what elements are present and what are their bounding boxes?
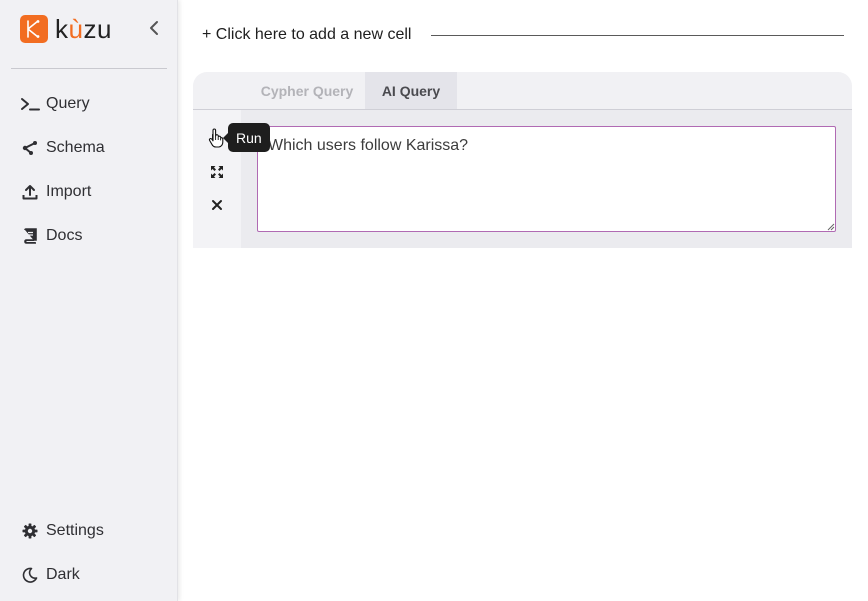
tab-ai-query[interactable]: AI Query bbox=[365, 72, 457, 109]
ai-query-input[interactable]: Which users follow Karissa? bbox=[257, 126, 836, 232]
brand-name: kùzu bbox=[55, 14, 112, 44]
expand-icon bbox=[211, 166, 223, 178]
resize-grip-icon[interactable] bbox=[826, 222, 835, 231]
add-cell-label: + Click here to add a new cell bbox=[202, 26, 412, 43]
tab-cypher-query[interactable]: Cypher Query bbox=[249, 72, 365, 109]
sidebar-item-settings[interactable]: Settings bbox=[20, 519, 104, 543]
add-cell-divider bbox=[431, 35, 844, 36]
close-icon bbox=[212, 200, 222, 210]
sidebar-item-dark[interactable]: Dark bbox=[20, 563, 80, 587]
moon-icon bbox=[20, 565, 40, 585]
hand-cursor-icon bbox=[208, 128, 224, 148]
gear-icon bbox=[20, 521, 40, 541]
sidebar-item-label: Dark bbox=[46, 566, 80, 583]
terminal-icon bbox=[20, 94, 40, 114]
sidebar-item-label: Query bbox=[46, 95, 90, 112]
sidebar: kùzu Query Schema Import Docs Settings D… bbox=[0, 0, 178, 601]
sidebar-item-label: Schema bbox=[46, 139, 105, 156]
book-icon bbox=[20, 226, 40, 246]
add-cell-button[interactable]: + Click here to add a new cell bbox=[202, 25, 411, 45]
query-cell: Cypher Query AI Query Which users follow… bbox=[193, 72, 852, 248]
cell-body: Which users follow Karissa? bbox=[193, 110, 852, 248]
run-tooltip: Run bbox=[223, 123, 270, 152]
sidebar-item-label: Import bbox=[46, 183, 92, 200]
sidebar-item-schema[interactable]: Schema bbox=[20, 136, 105, 160]
remove-cell-button[interactable] bbox=[207, 195, 227, 215]
upload-icon bbox=[20, 182, 40, 202]
kuzu-logo-icon bbox=[20, 15, 48, 43]
sidebar-divider bbox=[11, 68, 167, 69]
sidebar-item-query[interactable]: Query bbox=[20, 92, 90, 116]
sidebar-item-label: Docs bbox=[46, 227, 83, 244]
expand-button[interactable] bbox=[207, 162, 227, 182]
sidebar-item-docs[interactable]: Docs bbox=[20, 224, 82, 248]
sidebar-item-import[interactable]: Import bbox=[20, 180, 91, 204]
collapse-sidebar-button[interactable] bbox=[146, 19, 162, 37]
chevron-left-icon bbox=[150, 21, 158, 35]
share-icon bbox=[20, 138, 40, 158]
brand-logo[interactable]: kùzu bbox=[20, 14, 112, 44]
sidebar-item-label: Settings bbox=[46, 522, 104, 539]
cell-tab-bar: Cypher Query AI Query bbox=[193, 72, 852, 110]
